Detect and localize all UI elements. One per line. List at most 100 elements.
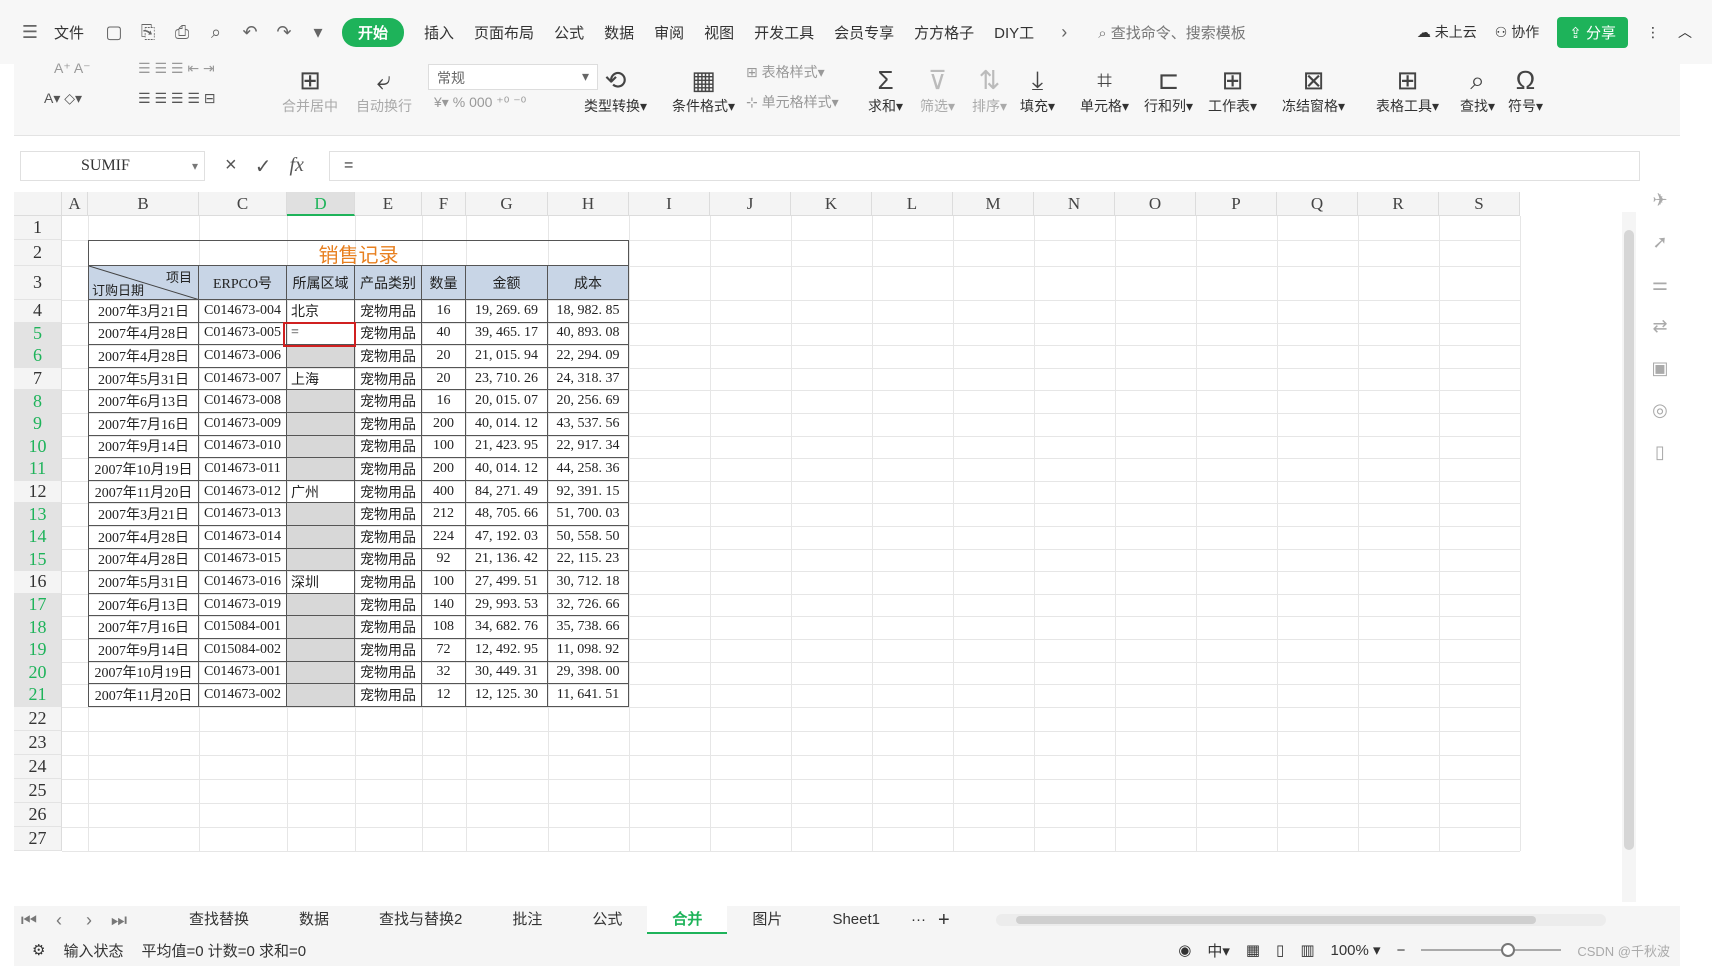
freeze-panes-button[interactable]: ⊠ 冻结窗格▾	[1282, 64, 1345, 116]
tab-review[interactable]: 审阅	[654, 22, 684, 43]
amount-cell[interactable]: 30, 449. 31	[466, 661, 548, 685]
date-cell[interactable]: 2007年3月21日	[88, 300, 199, 323]
input-method-icon[interactable]: 中▾	[1207, 940, 1230, 961]
select-all-corner[interactable]	[14, 192, 62, 216]
sheet-tab-formulas[interactable]: 公式	[567, 906, 647, 934]
sheet-tab-comments[interactable]: 批注	[487, 906, 567, 934]
cost-cell[interactable]: 30, 712. 18	[548, 571, 629, 594]
zoom-out-icon[interactable]: −	[1397, 942, 1406, 959]
quantity-cell[interactable]: 20	[422, 345, 466, 368]
quantity-cell[interactable]: 92	[422, 548, 466, 572]
amount-cell[interactable]: 19, 269. 69	[466, 300, 548, 323]
erp-cell[interactable]: C014673-015	[199, 548, 287, 572]
quantity-cell[interactable]: 16	[422, 390, 466, 413]
region-cell[interactable]	[287, 661, 355, 685]
amount-cell[interactable]: 48, 705. 66	[466, 503, 548, 526]
more-options-icon[interactable]: ⋮	[1646, 24, 1660, 41]
column-header-h[interactable]: H	[548, 192, 629, 216]
cell-button[interactable]: ⌗ 单元格▾	[1080, 64, 1129, 116]
cost-cell[interactable]: 11, 641. 51	[548, 684, 629, 707]
erp-cell[interactable]: C014673-008	[199, 390, 287, 413]
eye-protect-icon[interactable]: ◉	[1178, 941, 1191, 959]
amount-cell[interactable]: 34, 682. 76	[466, 616, 548, 639]
tab-page-layout[interactable]: 页面布局	[474, 22, 534, 43]
erp-cell[interactable]: C014673-014	[199, 526, 287, 549]
row-header-27[interactable]: 27	[14, 826, 62, 851]
vertical-scrollbar[interactable]	[1622, 212, 1636, 902]
erp-cell[interactable]: C014673-009	[199, 413, 287, 436]
column-header-l[interactable]: L	[872, 192, 953, 216]
export-icon[interactable]: ⎘	[138, 22, 158, 42]
amount-cell[interactable]: 39, 465. 17	[466, 322, 548, 346]
date-cell[interactable]: 2007年4月28日	[88, 345, 199, 368]
print-icon[interactable]: ⎙	[172, 22, 192, 42]
region-cell[interactable]: 深圳	[287, 571, 355, 594]
quantity-cell[interactable]: 200	[422, 458, 466, 481]
quantity-cell[interactable]: 40	[422, 322, 466, 346]
quantity-cell[interactable]: 20	[422, 367, 466, 391]
category-cell[interactable]: 宠物用品	[355, 300, 422, 323]
erp-cell[interactable]: C014673-019	[199, 593, 287, 617]
date-cell[interactable]: 2007年10月19日	[88, 661, 199, 685]
table-header-cell[interactable]: 金额	[466, 266, 548, 300]
region-cell[interactable]	[287, 458, 355, 481]
image-icon[interactable]: ▣	[1648, 358, 1672, 382]
horizontal-scrollbar[interactable]	[996, 914, 1606, 926]
tab-formulas[interactable]: 公式	[554, 22, 584, 43]
row-header-14[interactable]: 14	[14, 526, 62, 549]
date-cell[interactable]: 2007年10月19日	[88, 458, 199, 481]
amount-cell[interactable]: 20, 015. 07	[466, 390, 548, 413]
column-header-q[interactable]: Q	[1277, 192, 1358, 216]
cost-cell[interactable]: 44, 258. 36	[548, 458, 629, 481]
region-cell[interactable]	[287, 435, 355, 459]
share-button[interactable]: ⇪ 分享	[1557, 16, 1628, 48]
date-cell[interactable]: 2007年4月28日	[88, 548, 199, 572]
sheet-tab-data[interactable]: 数据	[274, 906, 354, 934]
table-style-button[interactable]: ⊞ 表格样式▾	[746, 62, 825, 82]
cost-cell[interactable]: 92, 391. 15	[548, 480, 629, 504]
amount-cell[interactable]: 21, 423. 95	[466, 435, 548, 459]
cost-cell[interactable]: 50, 558. 50	[548, 526, 629, 549]
amount-cell[interactable]: 12, 125. 30	[466, 684, 548, 707]
formula-input[interactable]: =	[329, 151, 1640, 181]
category-cell[interactable]: 宠物用品	[355, 639, 422, 662]
row-header-2[interactable]: 2	[14, 240, 62, 266]
column-header-p[interactable]: P	[1196, 192, 1277, 216]
column-header-o[interactable]: O	[1115, 192, 1196, 216]
category-cell[interactable]: 宠物用品	[355, 526, 422, 549]
book-icon[interactable]: ▯	[1648, 442, 1672, 466]
quick-access-dropdown-icon[interactable]: ▾	[308, 22, 328, 42]
normal-view-icon[interactable]: ▦	[1246, 941, 1260, 959]
number-format-select[interactable]: 常规 ▾	[428, 64, 598, 90]
region-cell[interactable]: 广州	[287, 480, 355, 504]
cost-cell[interactable]: 18, 982. 85	[548, 300, 629, 323]
region-cell[interactable]	[287, 639, 355, 662]
tab-data[interactable]: 数据	[604, 22, 634, 43]
row-header-10[interactable]: 10	[14, 435, 62, 459]
erp-cell[interactable]: C014673-012	[199, 480, 287, 504]
column-header-b[interactable]: B	[88, 192, 199, 216]
amount-cell[interactable]: 47, 192. 03	[466, 526, 548, 549]
row-header-15[interactable]: 15	[14, 548, 62, 572]
row-header-7[interactable]: 7	[14, 367, 62, 391]
row-header-17[interactable]: 17	[14, 593, 62, 617]
date-cell[interactable]: 2007年9月14日	[88, 435, 199, 459]
row-header-12[interactable]: 12	[14, 480, 62, 504]
cell-style-button[interactable]: ⊹ 单元格样式▾	[746, 92, 839, 112]
quantity-cell[interactable]: 12	[422, 684, 466, 707]
sheet-tab-images[interactable]: 图片	[727, 906, 807, 934]
find-button[interactable]: ⌕ 查找▾	[1460, 64, 1495, 116]
category-cell[interactable]: 宠物用品	[355, 548, 422, 572]
hamburger-icon[interactable]: ☰	[20, 22, 40, 42]
erp-cell[interactable]: C014673-006	[199, 345, 287, 368]
date-cell[interactable]: 2007年5月31日	[88, 367, 199, 391]
cost-cell[interactable]: 32, 726. 66	[548, 593, 629, 617]
region-cell[interactable]	[287, 413, 355, 436]
row-header-21[interactable]: 21	[14, 684, 62, 707]
sheet-tab-find-replace-2[interactable]: 查找与替换2	[354, 906, 487, 934]
currency-icon[interactable]: ¥▾ % 000 ⁺⁰ ⁻⁰	[434, 94, 526, 111]
more-sheets-button[interactable]: ···	[905, 906, 932, 934]
sort-button[interactable]: ⇅ 排序▾	[972, 64, 1007, 116]
table-header-cell[interactable]: 成本	[548, 266, 629, 300]
zoom-level[interactable]: 100% ▾	[1331, 941, 1381, 959]
